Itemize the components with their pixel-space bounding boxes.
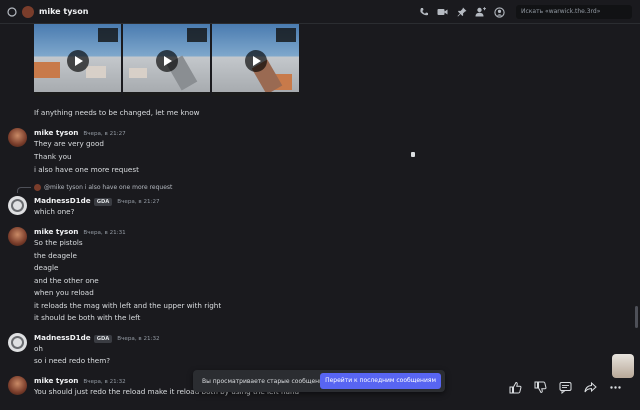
message-text: If anything needs to be changed, let me … — [34, 108, 200, 117]
author-name[interactable]: mike tyson — [34, 376, 78, 385]
video-attachment[interactable] — [123, 24, 210, 96]
author-name[interactable]: mike tyson — [34, 128, 78, 137]
reply-spine — [17, 187, 31, 193]
channel-header: mike tyson Искать «warwick.the.3rd» — [0, 0, 640, 24]
message-text: Thank you — [34, 152, 72, 161]
pin-icon[interactable] — [456, 7, 467, 18]
thumbs-down-icon[interactable] — [533, 380, 547, 394]
message-actions — [508, 380, 622, 394]
video-icon[interactable] — [437, 7, 448, 18]
timestamp: Вчера, в 21:27 — [117, 199, 160, 205]
more-icon[interactable] — [608, 380, 622, 394]
profile-icon[interactable] — [494, 6, 505, 18]
avatar[interactable] — [612, 354, 634, 378]
timestamp: Вчера, в 21:31 — [83, 230, 126, 236]
message-text: oh — [34, 344, 43, 353]
reply-author[interactable]: @mike tyson — [44, 184, 83, 191]
message-text: and the other one — [34, 276, 99, 285]
play-icon[interactable] — [245, 50, 267, 72]
play-icon[interactable] — [67, 50, 89, 72]
message-header: mike tyson Вчера, в 21:32 — [34, 376, 126, 385]
scroll-thumb[interactable] — [635, 306, 638, 328]
avatar[interactable] — [8, 227, 27, 246]
video-attachment[interactable] — [212, 24, 299, 96]
message-text: They are very good — [34, 139, 104, 148]
video-gallery — [34, 24, 299, 99]
message-text: it should be both with the left — [34, 313, 141, 322]
add-friend-icon[interactable] — [475, 7, 486, 18]
message-header: mike tyson Вчера, в 21:27 — [34, 128, 126, 137]
dm-icon[interactable] — [4, 4, 20, 20]
message-header: mike tyson Вчера, в 21:31 — [34, 227, 126, 236]
reply-preview[interactable]: @mike tyson i also have one more request — [34, 184, 172, 191]
avatar[interactable] — [8, 376, 27, 395]
message-text: which one? — [34, 207, 75, 216]
message-text: so i need redo them? — [34, 356, 111, 365]
message-text: i also have one more request — [34, 165, 139, 174]
avatar[interactable] — [8, 333, 27, 352]
forward-icon[interactable] — [583, 380, 597, 394]
avatar[interactable] — [8, 196, 27, 215]
thumbs-up-icon[interactable] — [508, 380, 522, 394]
message-text: the deagele — [34, 251, 77, 260]
guild-tag-badge: GDA — [93, 335, 113, 343]
avatar[interactable] — [8, 128, 27, 147]
reply-icon[interactable] — [558, 380, 572, 394]
author-name[interactable]: mike tyson — [34, 227, 78, 236]
guild-tag-badge: GDA — [93, 198, 113, 206]
message-header: MadnessD1de GDA Вчера, в 21:27 — [34, 196, 160, 206]
message-list: If anything needs to be changed, let me … — [0, 24, 632, 410]
video-attachment[interactable] — [34, 24, 121, 96]
message-text: deagle — [34, 263, 59, 272]
message-text: it reloads the mag with left and the upp… — [34, 301, 222, 310]
message-header: MadnessD1de GDA Вчера, в 21:32 — [34, 333, 160, 343]
search-input[interactable]: Искать «warwick.the.3rd» — [516, 5, 632, 19]
timestamp: Вчера, в 21:32 — [83, 379, 126, 385]
avatar[interactable] — [22, 5, 34, 18]
banner-text: Вы просматриваете старые сообщения — [202, 377, 327, 385]
mouse-cursor — [411, 152, 415, 157]
header-toolbar — [418, 0, 505, 24]
reply-text: i also have one more request — [84, 184, 173, 191]
message-text: when you reload — [34, 288, 94, 297]
old-messages-banner: Вы просматриваете старые сообщения Перей… — [193, 370, 445, 392]
message-text: So the pistols — [34, 238, 83, 247]
scrollbar[interactable] — [633, 24, 640, 410]
play-icon[interactable] — [156, 50, 178, 72]
timestamp: Вчера, в 21:32 — [117, 336, 160, 342]
author-name[interactable]: MadnessD1de — [34, 333, 91, 342]
phone-icon[interactable] — [418, 7, 429, 18]
page-title: mike tyson — [39, 7, 89, 16]
timestamp: Вчера, в 21:27 — [83, 131, 126, 137]
jump-to-present-button[interactable]: Перейти к последним сообщениям — [320, 373, 441, 389]
author-name[interactable]: MadnessD1de — [34, 196, 91, 205]
avatar — [34, 184, 41, 191]
